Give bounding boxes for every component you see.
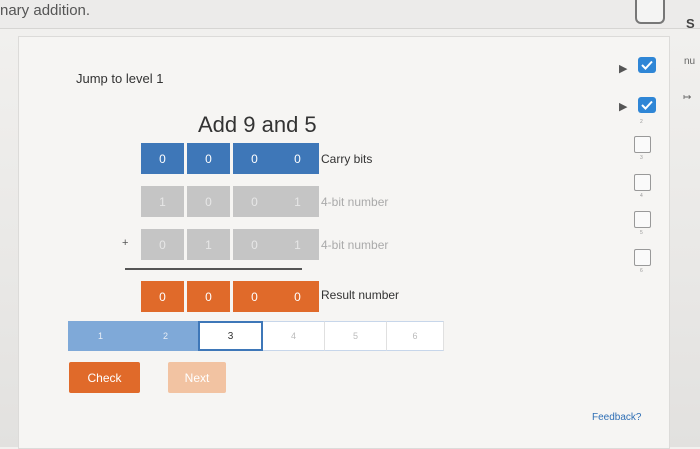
top-activity-box[interactable] xyxy=(635,0,665,24)
level-checkbox[interactable] xyxy=(634,174,651,191)
level-number: 3 xyxy=(640,155,643,161)
expand-arrow-icon[interactable]: ▶ xyxy=(619,100,627,113)
number2-bit-0: 1 xyxy=(276,229,319,260)
number2-bit-2: 1 xyxy=(187,229,230,260)
carry-bits-label: Carry bits xyxy=(321,152,373,166)
plus-operator: + xyxy=(122,237,129,249)
check-button[interactable]: Check xyxy=(69,362,140,393)
right-edge-text: nu xyxy=(684,56,696,67)
progress-segment-6[interactable]: 6 xyxy=(387,321,444,351)
level-number: 2 xyxy=(640,119,643,125)
checkmark-icon xyxy=(641,100,653,110)
progress-segment-4[interactable]: 4 xyxy=(263,321,325,351)
page-heading-fragment: nary addition. xyxy=(0,2,91,19)
sum-divider xyxy=(125,268,302,270)
carry-bit-0[interactable]: 0 xyxy=(276,143,319,174)
number2-bit-3: 0 xyxy=(141,229,184,260)
maps-to-icon: ↦ xyxy=(683,92,692,103)
expand-arrow-icon[interactable]: ▶ xyxy=(619,62,627,75)
level-number: 5 xyxy=(640,230,643,236)
jump-to-level-link[interactable]: Jump to level 1 xyxy=(76,71,163,86)
feedback-link[interactable]: Feedback? xyxy=(592,412,641,423)
number2-label: 4-bit number xyxy=(321,238,389,252)
number1-bit-2: 0 xyxy=(187,186,230,217)
result-bit-0[interactable]: 0 xyxy=(276,281,319,312)
result-bit-3[interactable]: 0 xyxy=(141,281,184,312)
carry-bit-2[interactable]: 0 xyxy=(187,143,230,174)
result-bit-1[interactable]: 0 xyxy=(233,281,276,312)
checkmark-icon xyxy=(641,60,653,70)
number1-bit-0: 1 xyxy=(276,186,319,217)
carry-bit-3[interactable]: 0 xyxy=(141,143,184,174)
number2-bit-1: 0 xyxy=(233,229,276,260)
progress-segment-5[interactable]: 5 xyxy=(325,321,387,351)
level-checkbox[interactable] xyxy=(634,211,651,228)
progress-segment-2[interactable]: 2 xyxy=(133,321,198,351)
level-progress-bar: 1 2 3 4 5 6 xyxy=(68,321,444,351)
level-number: 4 xyxy=(640,193,643,199)
level-number: 6 xyxy=(640,268,643,274)
next-button[interactable]: Next xyxy=(168,362,226,393)
progress-segment-1[interactable]: 1 xyxy=(68,321,133,351)
progress-segment-3[interactable]: 3 xyxy=(198,321,263,351)
result-number-label: Result number xyxy=(321,288,400,302)
level-check-icon[interactable] xyxy=(638,97,656,113)
number1-label: 4-bit number xyxy=(321,195,389,209)
result-bit-2[interactable]: 0 xyxy=(187,281,230,312)
number1-bit-1: 0 xyxy=(233,186,276,217)
number1-bit-3: 1 xyxy=(141,186,184,217)
top-bar: nary addition. S xyxy=(0,0,700,31)
problem-title: Add 9 and 5 xyxy=(198,112,317,137)
carry-bit-1[interactable]: 0 xyxy=(233,143,276,174)
level-checkbox[interactable] xyxy=(634,136,651,153)
top-right-letter: S xyxy=(686,16,695,31)
level-check-icon[interactable] xyxy=(638,57,656,73)
level-checkbox[interactable] xyxy=(634,249,651,266)
